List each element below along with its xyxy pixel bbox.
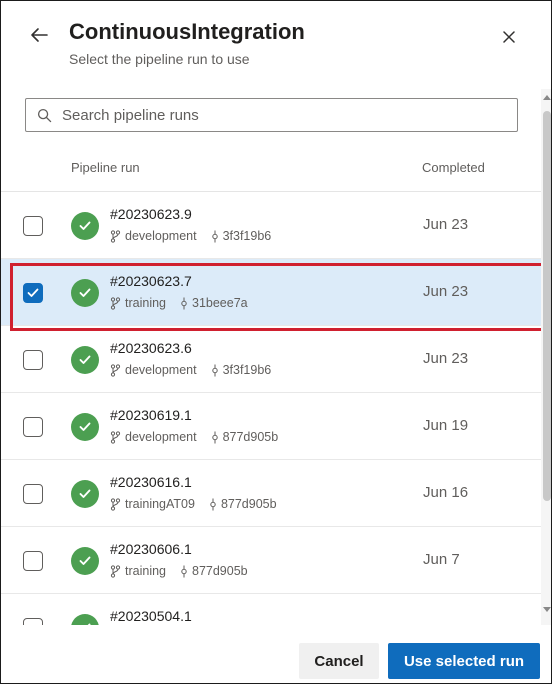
table-body: #20230623.9 development 3f3f19b6 Jun 23 #202… <box>1 192 541 626</box>
run-branch: development <box>125 229 197 243</box>
run-name: #20230616.1 <box>110 474 192 490</box>
run-meta: development 3f3f19b6 <box>110 363 271 377</box>
row-checkbox[interactable] <box>23 283 43 303</box>
branch-icon <box>110 363 121 377</box>
row-checkbox[interactable] <box>23 216 43 236</box>
scroll-down-arrow-icon[interactable] <box>543 607 551 612</box>
row-checkbox[interactable] <box>23 484 43 504</box>
run-name: #20230623.9 <box>110 206 192 222</box>
run-commit: 3f3f19b6 <box>222 363 272 377</box>
use-selected-run-button[interactable]: Use selected run <box>388 643 540 679</box>
close-icon[interactable] <box>497 25 521 49</box>
run-branch: training <box>125 296 166 310</box>
row-checkbox[interactable] <box>23 417 43 437</box>
table-row[interactable]: #20230606.1 training 877d905b Jun 7 <box>1 527 541 594</box>
commit-icon <box>181 565 187 577</box>
commit-icon <box>211 364 218 376</box>
run-name: #20230623.6 <box>110 340 192 356</box>
table-row[interactable]: #20230616.1 trainingAT09 877d905b Jun 16 <box>1 460 541 527</box>
pipeline-run-dialog: ContinuousIntegration Select the pipelin… <box>0 0 552 684</box>
table-row[interactable]: #20230619.1 development 877d905b Jun 19 <box>1 393 541 460</box>
run-completed-date: Jun 7 <box>423 551 460 568</box>
pipeline-run-list: Pipeline run Completed #20230623.9 develo… <box>1 146 541 626</box>
branch-icon <box>110 430 121 444</box>
run-meta: development 877d905b <box>110 430 278 444</box>
run-commit: 877d905b <box>222 430 279 444</box>
run-meta: development 3f3f19b6 <box>110 229 271 243</box>
dialog-footer: Cancel Use selected run <box>1 625 551 683</box>
run-meta: training 31beee7a <box>110 296 248 310</box>
column-header-pipeline-run: Pipeline run <box>71 160 140 175</box>
scroll-up-arrow-icon[interactable] <box>543 95 551 100</box>
table-row[interactable]: #20230504.1 <box>1 594 541 626</box>
table-row[interactable]: #20230623.6 development 3f3f19b6 Jun 23 <box>1 326 541 393</box>
run-name: #20230504.1 <box>110 608 192 624</box>
row-checkbox[interactable] <box>23 551 43 571</box>
checkmark-icon <box>27 288 39 297</box>
run-branch: training <box>125 564 166 578</box>
run-commit: 877d905b <box>220 497 277 511</box>
run-completed-date: Jun 23 <box>423 216 469 233</box>
run-completed-date: Jun 16 <box>423 484 469 501</box>
run-name: #20230623.7 <box>110 273 192 289</box>
run-commit: 3f3f19b6 <box>222 229 272 243</box>
commit-icon <box>210 498 216 510</box>
run-meta: trainingAT09 877d905b <box>110 497 277 511</box>
run-name: #20230619.1 <box>110 407 192 423</box>
success-status-icon <box>71 279 99 307</box>
commit-icon <box>211 431 218 443</box>
run-commit: 31beee7a <box>192 296 248 310</box>
dialog-title: ContinuousIntegration <box>69 19 305 44</box>
run-completed-date: Jun 23 <box>423 283 469 300</box>
success-status-icon <box>71 212 99 240</box>
branch-icon <box>110 296 121 310</box>
run-commit: 877d905b <box>192 564 248 578</box>
success-status-icon <box>71 547 99 575</box>
scrollbar-thumb[interactable] <box>543 111 551 501</box>
list-scrollbar[interactable] <box>541 89 551 625</box>
row-checkbox[interactable] <box>23 350 43 370</box>
search-icon <box>26 108 62 123</box>
run-branch: development <box>125 430 197 444</box>
table-row[interactable]: #20230623.7 training 31beee7a Jun 23 <box>1 259 541 326</box>
success-status-icon <box>71 346 99 374</box>
column-header-completed: Completed <box>422 160 485 175</box>
branch-icon <box>110 564 121 578</box>
branch-icon <box>110 229 121 243</box>
run-completed-date: Jun 19 <box>423 417 469 434</box>
run-branch: trainingAT09 <box>125 497 195 511</box>
search-box[interactable] <box>25 98 518 132</box>
table-header: Pipeline run Completed <box>1 146 541 192</box>
run-completed-date: Jun 23 <box>423 350 469 367</box>
commit-icon <box>181 297 187 309</box>
back-arrow-icon[interactable] <box>27 23 51 47</box>
success-status-icon <box>71 480 99 508</box>
run-meta: training 877d905b <box>110 564 248 578</box>
commit-icon <box>211 230 218 242</box>
run-branch: development <box>125 363 197 377</box>
success-status-icon <box>71 413 99 441</box>
search-input[interactable] <box>62 106 502 124</box>
branch-icon <box>110 497 121 511</box>
cancel-button[interactable]: Cancel <box>299 643 379 679</box>
dialog-subtitle: Select the pipeline run to use <box>69 51 250 67</box>
run-name: #20230606.1 <box>110 541 192 557</box>
table-row[interactable]: #20230623.9 development 3f3f19b6 Jun 23 <box>1 192 541 259</box>
